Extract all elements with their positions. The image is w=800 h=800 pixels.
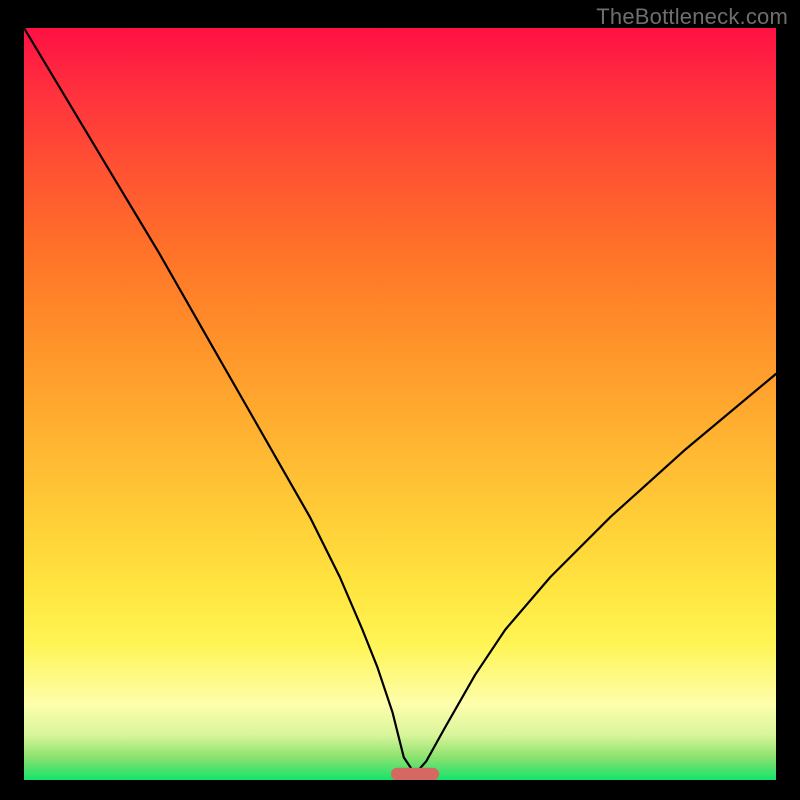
chart-svg	[24, 28, 776, 780]
watermark-text: TheBottleneck.com	[596, 4, 788, 30]
plot-area	[24, 28, 776, 780]
bottleneck-curve	[24, 28, 776, 774]
chart-frame: TheBottleneck.com	[0, 0, 800, 800]
minimum-marker	[391, 768, 439, 780]
